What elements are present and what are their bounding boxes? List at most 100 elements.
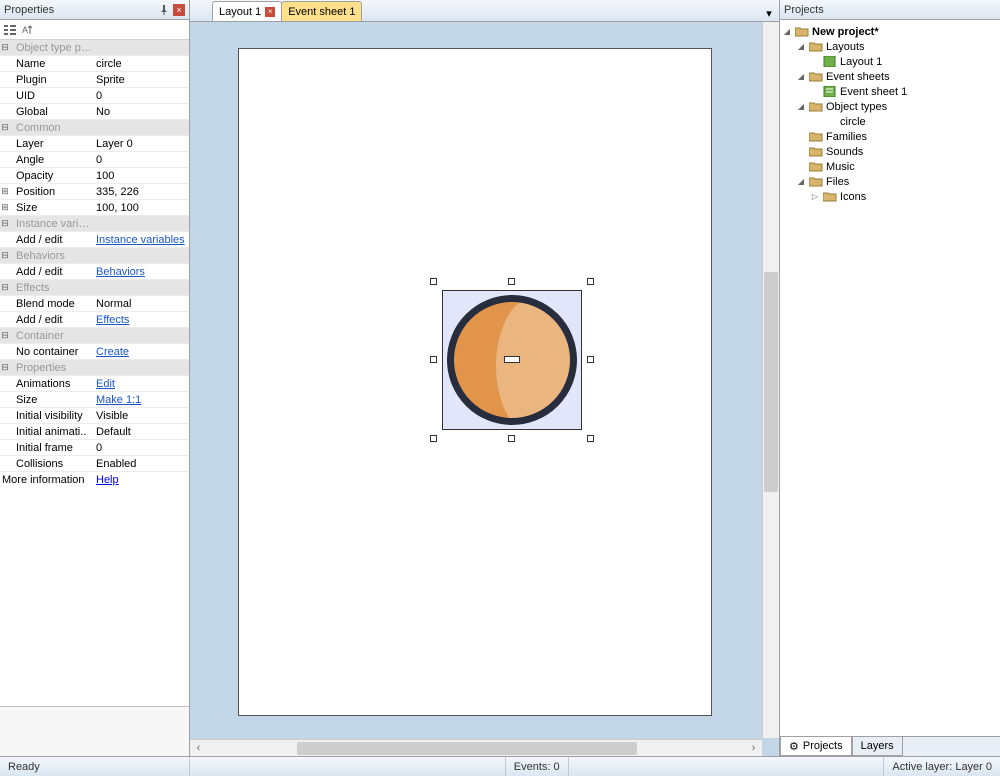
editor-panel: Layout 1 × Event sheet 1 ▾ bbox=[190, 0, 780, 756]
help-link[interactable]: Help bbox=[96, 474, 119, 486]
tab-layout1[interactable]: Layout 1 × bbox=[212, 1, 282, 21]
eventsheet-icon bbox=[823, 86, 837, 98]
close-panel-button[interactable]: × bbox=[173, 4, 185, 16]
folder-icon bbox=[809, 146, 823, 158]
prop-plugin-key: Plugin bbox=[10, 74, 92, 86]
prop-blend-value[interactable]: Normal bbox=[92, 298, 189, 310]
tree-sounds[interactable]: Sounds bbox=[782, 144, 998, 159]
tree-eventsheet1[interactable]: Event sheet 1 bbox=[782, 84, 998, 99]
hscroll-thumb[interactable] bbox=[297, 742, 637, 755]
create-container-link[interactable]: Create bbox=[96, 346, 129, 358]
edit-animations-link[interactable]: Edit bbox=[96, 378, 115, 390]
collapse-icon[interactable]: ⊟ bbox=[0, 282, 10, 293]
tree-files[interactable]: ◢Files bbox=[782, 174, 998, 189]
close-tab-icon[interactable]: × bbox=[265, 7, 275, 17]
status-active-layer: Active layer: Layer 0 bbox=[884, 757, 1000, 776]
folder-open-icon bbox=[809, 101, 823, 113]
origin-handle[interactable] bbox=[504, 356, 520, 363]
collapse-icon[interactable]: ⊟ bbox=[0, 330, 10, 341]
prop-coll-key: Collisions bbox=[10, 458, 92, 470]
resize-handle-ml[interactable] bbox=[430, 356, 437, 363]
prop-ianim-key: Initial animati.. bbox=[10, 426, 92, 438]
rtab-projects[interactable]: ⚙Projects bbox=[780, 737, 852, 756]
property-description-area bbox=[0, 706, 189, 756]
expand-icon[interactable]: ⊞ bbox=[0, 186, 10, 197]
horizontal-scrollbar[interactable]: ‹ › bbox=[190, 739, 762, 756]
projects-title: Projects bbox=[784, 4, 824, 16]
gear-icon: ⚙ bbox=[789, 740, 799, 753]
collapse-icon[interactable]: ⊟ bbox=[0, 218, 10, 229]
group-common: Common bbox=[10, 122, 92, 134]
layout-canvas[interactable]: ‹ › bbox=[190, 22, 779, 756]
prop-ianim-value[interactable]: Default bbox=[92, 426, 189, 438]
prop-opacity-value[interactable]: 100 bbox=[92, 170, 189, 182]
group-container: Container bbox=[10, 330, 92, 342]
resize-handle-br[interactable] bbox=[587, 435, 594, 442]
folder-icon bbox=[809, 161, 823, 173]
right-bottom-tabs: ⚙Projects Layers bbox=[780, 736, 1000, 756]
expand-icon[interactable]: ⊞ bbox=[0, 202, 10, 213]
prop-coll-value[interactable]: Enabled bbox=[92, 458, 189, 470]
collapse-icon[interactable]: ⊟ bbox=[0, 122, 10, 133]
prop-size-key: Size bbox=[10, 202, 92, 214]
properties-header: Properties × bbox=[0, 0, 189, 20]
tree-layouts[interactable]: ◢Layouts bbox=[782, 39, 998, 54]
categorize-icon[interactable] bbox=[4, 24, 16, 36]
prop-angle-value[interactable]: 0 bbox=[92, 154, 189, 166]
rtab-layers[interactable]: Layers bbox=[852, 737, 903, 756]
tree-circle[interactable]: circle bbox=[782, 114, 998, 129]
tab-eventsheet1-label: Event sheet 1 bbox=[288, 6, 355, 18]
properties-toolbar: A bbox=[0, 20, 189, 40]
instance-variables-link[interactable]: Instance variables bbox=[96, 234, 185, 246]
selected-sprite[interactable] bbox=[442, 290, 582, 430]
tabs-dropdown-icon[interactable]: ▾ bbox=[763, 7, 775, 19]
behaviors-link[interactable]: Behaviors bbox=[96, 266, 145, 278]
resize-handle-tc[interactable] bbox=[508, 278, 515, 285]
prop-plugin-value: Sprite bbox=[92, 74, 189, 86]
svg-text:A: A bbox=[22, 25, 28, 35]
prop-global-value[interactable]: No bbox=[92, 106, 189, 118]
vertical-scrollbar[interactable] bbox=[762, 22, 779, 738]
pin-icon[interactable] bbox=[158, 4, 170, 16]
folder-open-icon bbox=[809, 41, 823, 53]
tab-eventsheet1[interactable]: Event sheet 1 bbox=[281, 1, 362, 21]
effects-link[interactable]: Effects bbox=[96, 314, 129, 326]
object-icon bbox=[823, 116, 837, 128]
prop-psize-key: Size bbox=[10, 394, 92, 406]
folder-open-icon bbox=[809, 176, 823, 188]
collapse-icon[interactable]: ⊟ bbox=[0, 250, 10, 261]
tree-eventsheets[interactable]: ◢Event sheets bbox=[782, 69, 998, 84]
properties-title: Properties bbox=[4, 4, 54, 16]
status-events: Events: 0 bbox=[506, 757, 569, 776]
resize-handle-tl[interactable] bbox=[430, 278, 437, 285]
resize-handle-bc[interactable] bbox=[508, 435, 515, 442]
collapse-icon[interactable]: ⊟ bbox=[0, 42, 10, 53]
prop-name-value[interactable]: circle bbox=[92, 58, 189, 70]
tree-layout1[interactable]: Layout 1 bbox=[782, 54, 998, 69]
tree-music[interactable]: Music bbox=[782, 159, 998, 174]
vscroll-thumb[interactable] bbox=[764, 272, 778, 492]
prop-position-value[interactable]: 335, 226 bbox=[92, 186, 189, 198]
tree-families[interactable]: Families bbox=[782, 129, 998, 144]
prop-vis-value[interactable]: Visible bbox=[92, 410, 189, 422]
tree-icons[interactable]: ▷Icons bbox=[782, 189, 998, 204]
resize-handle-mr[interactable] bbox=[587, 356, 594, 363]
collapse-icon[interactable]: ⊟ bbox=[0, 362, 10, 373]
make-1to1-link[interactable]: Make 1:1 bbox=[96, 394, 141, 406]
sort-icon[interactable]: A bbox=[22, 24, 36, 36]
prop-anim-key: Animations bbox=[10, 378, 92, 390]
hscroll-right-arrow[interactable]: › bbox=[745, 742, 762, 754]
prop-opacity-key: Opacity bbox=[10, 170, 92, 182]
tree-objtypes[interactable]: ◢Object types bbox=[782, 99, 998, 114]
status-spacer2 bbox=[569, 757, 885, 776]
status-ready: Ready bbox=[0, 757, 190, 776]
resize-handle-bl[interactable] bbox=[430, 435, 437, 442]
prop-layer-value[interactable]: Layer 0 bbox=[92, 138, 189, 150]
prop-size-value[interactable]: 100, 100 bbox=[92, 202, 189, 214]
tree-project-root[interactable]: ◢New project* bbox=[782, 24, 998, 39]
prop-global-key: Global bbox=[10, 106, 92, 118]
tab-layout1-label: Layout 1 bbox=[219, 6, 261, 18]
resize-handle-tr[interactable] bbox=[587, 278, 594, 285]
prop-iframe-value[interactable]: 0 bbox=[92, 442, 189, 454]
hscroll-left-arrow[interactable]: ‹ bbox=[190, 742, 207, 754]
